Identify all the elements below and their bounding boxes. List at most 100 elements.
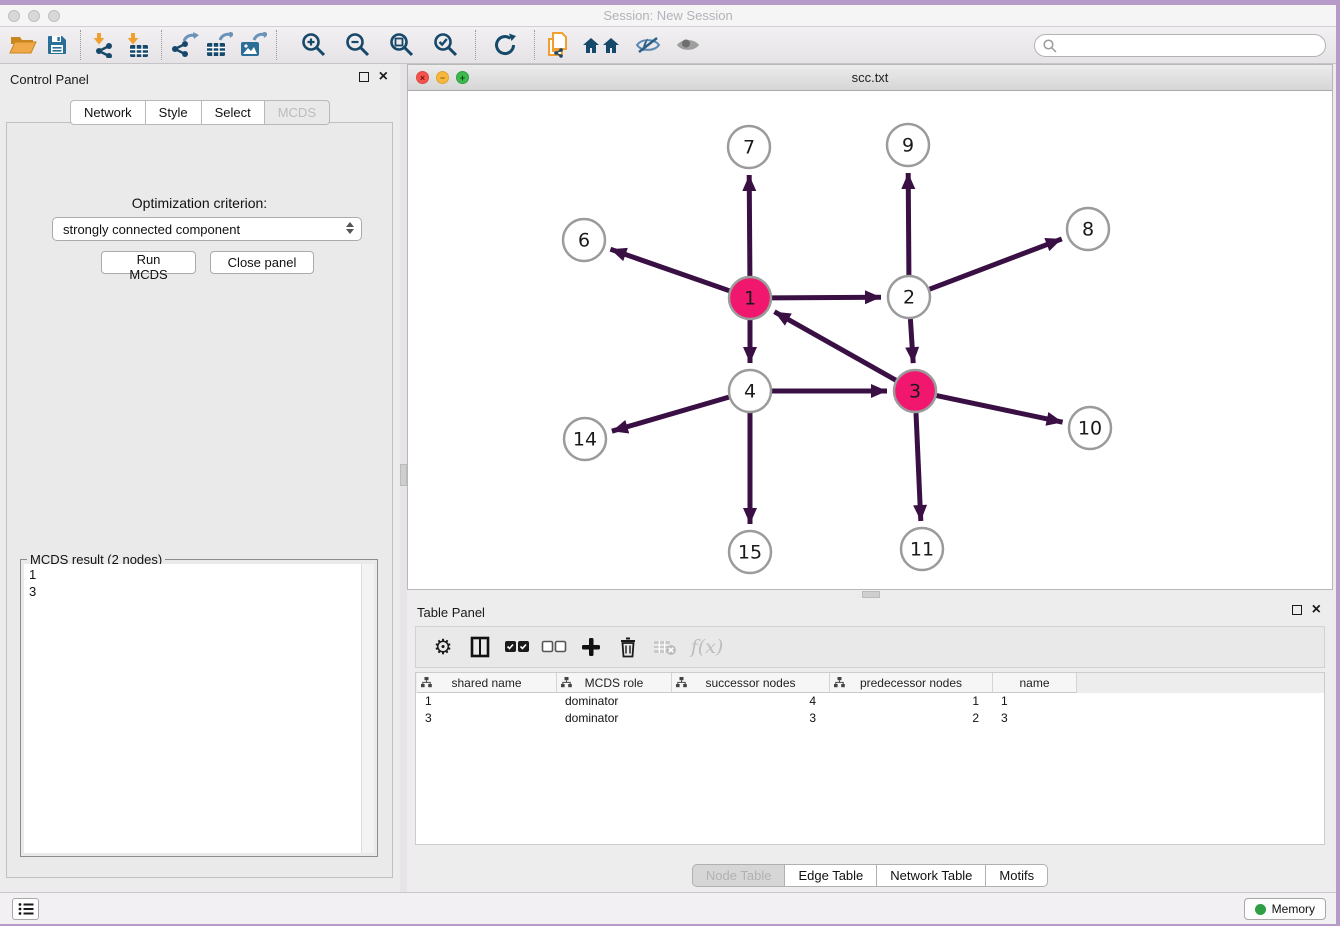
graph-edge-1-2[interactable]: [772, 297, 881, 298]
splitter-handle[interactable]: [862, 591, 880, 598]
zoom-fit-icon[interactable]: [385, 30, 419, 60]
graph-edge-4-14[interactable]: [612, 397, 729, 431]
memory-button[interactable]: Memory: [1244, 898, 1326, 920]
close-panel-icon[interactable]: ×: [1312, 605, 1321, 615]
import-table-icon[interactable]: [121, 30, 155, 60]
horizontal-splitter[interactable]: [407, 590, 1333, 598]
zoom-selected-icon[interactable]: [429, 30, 463, 60]
tab-network-table[interactable]: Network Table: [876, 864, 985, 887]
float-panel-icon[interactable]: [1292, 605, 1302, 615]
close-panel-button[interactable]: Close panel: [210, 251, 314, 274]
graph-edge-2-8[interactable]: [930, 239, 1062, 289]
tab-style[interactable]: Style: [145, 100, 201, 125]
result-scrollbar[interactable]: [361, 564, 374, 853]
hierarchy-sort-icon: [421, 677, 432, 688]
network-canvas[interactable]: 7 9 6 8 1 2 4 3 14 10 15 11: [408, 91, 1332, 589]
mcds-result-area[interactable]: 13: [24, 564, 374, 853]
table-cell[interactable]: 4: [672, 693, 830, 710]
graph-node-label: 2: [903, 287, 915, 309]
toolbar-separator: [534, 30, 535, 60]
column-label: predecessor nodes: [860, 676, 962, 690]
column-icon[interactable]: [465, 632, 495, 662]
save-icon[interactable]: [40, 30, 74, 60]
table-cell[interactable]: dominator: [557, 710, 672, 727]
hide-eye-icon[interactable]: [631, 30, 665, 60]
export-table-icon[interactable]: [202, 30, 236, 60]
graph-edge-3-10[interactable]: [937, 396, 1063, 423]
tab-network[interactable]: Network: [70, 100, 145, 125]
tab-edge-table[interactable]: Edge Table: [784, 864, 876, 887]
table-toolbar: ⚙ f(x): [415, 626, 1325, 668]
criterion-dropdown[interactable]: strongly connected component: [52, 217, 362, 241]
run-mcds-button[interactable]: Run MCDS: [101, 251, 196, 274]
table-cell[interactable]: 2: [830, 710, 993, 727]
open-file-icon[interactable]: [6, 30, 40, 60]
graph-node-15[interactable]: 15: [729, 531, 771, 573]
graph-edge-2-3[interactable]: [910, 319, 913, 363]
tab-motifs[interactable]: Motifs: [985, 864, 1048, 887]
tab-node-table[interactable]: Node Table: [692, 864, 785, 887]
export-network-icon[interactable]: [168, 30, 202, 60]
table-cell[interactable]: 1: [417, 693, 557, 710]
graph-node-4[interactable]: 4: [729, 370, 771, 412]
graph-node-11[interactable]: 11: [901, 528, 943, 570]
column-header-shared-name[interactable]: shared name: [417, 673, 557, 693]
table-row[interactable]: 1dominator411: [417, 693, 1324, 710]
graph-node-10[interactable]: 10: [1069, 407, 1111, 449]
graph-node-label: 1: [744, 288, 756, 310]
table-cell[interactable]: 1: [993, 693, 1077, 710]
delete-icon[interactable]: [613, 632, 643, 662]
graph-node-2[interactable]: 2: [888, 276, 930, 318]
graph-node-6[interactable]: 6: [563, 219, 605, 261]
refresh-layout-icon[interactable]: [488, 30, 522, 60]
show-eye-icon[interactable]: [671, 30, 705, 60]
neighbors-homes-icon[interactable]: [581, 30, 625, 60]
graph-edge-3-1[interactable]: [774, 312, 895, 381]
table-cell[interactable]: dominator: [557, 693, 672, 710]
graph-node-8[interactable]: 8: [1067, 208, 1109, 250]
column-header-MCDS-role[interactable]: MCDS role: [557, 673, 672, 693]
close-panel-icon[interactable]: ×: [379, 72, 388, 82]
tab-select[interactable]: Select: [201, 100, 264, 125]
column-header-name[interactable]: name: [993, 673, 1077, 693]
duplicate-network-icon[interactable]: [541, 30, 575, 60]
splitter-handle[interactable]: [400, 464, 407, 486]
graph-node-14[interactable]: 14: [564, 418, 606, 460]
table-tabs: Node TableEdge TableNetwork TableMotifs: [407, 864, 1333, 887]
graph-edge-1-7[interactable]: [749, 175, 750, 276]
tab-mcds[interactable]: MCDS: [264, 100, 330, 125]
graph-node-7[interactable]: 7: [728, 126, 770, 168]
graph-edge-3-11[interactable]: [916, 413, 921, 521]
graph-node-label: 11: [910, 539, 934, 561]
network-window-titlebar[interactable]: × − + scc.txt: [408, 65, 1332, 91]
import-network-icon[interactable]: [87, 30, 121, 60]
select-all-icon[interactable]: [502, 632, 532, 662]
export-image-icon[interactable]: [236, 30, 270, 60]
zoom-in-icon[interactable]: [297, 30, 331, 60]
hierarchy-sort-icon: [676, 677, 687, 688]
zoom-out-icon[interactable]: [341, 30, 375, 60]
toolbar-separator: [276, 30, 277, 60]
add-column-icon[interactable]: [576, 632, 606, 662]
search-field[interactable]: [1034, 34, 1326, 57]
delete-table-icon[interactable]: [650, 632, 680, 662]
column-header-predecessor-nodes[interactable]: predecessor nodes: [830, 673, 993, 693]
table-cell[interactable]: 3: [417, 710, 557, 727]
float-panel-icon[interactable]: [359, 72, 369, 82]
gear-icon[interactable]: ⚙: [428, 632, 458, 662]
graph-node-9[interactable]: 9: [887, 124, 929, 166]
table-cell[interactable]: 3: [672, 710, 830, 727]
graph-node-3[interactable]: 3: [894, 370, 936, 412]
vertical-splitter[interactable]: [400, 64, 407, 892]
task-history-button[interactable]: [12, 898, 39, 920]
function-builder-icon[interactable]: f(x): [687, 632, 727, 662]
table-row[interactable]: 3dominator323: [417, 710, 1324, 727]
column-header-successor-nodes[interactable]: successor nodes: [672, 673, 830, 693]
unselect-all-icon[interactable]: [539, 632, 569, 662]
table-cell[interactable]: 1: [830, 693, 993, 710]
graph-edge-1-6[interactable]: [610, 249, 729, 291]
table-cell[interactable]: 3: [993, 710, 1077, 727]
graph-edge-2-9[interactable]: [908, 173, 909, 275]
search-input[interactable]: [1058, 36, 1325, 55]
graph-node-1[interactable]: 1: [729, 277, 771, 319]
